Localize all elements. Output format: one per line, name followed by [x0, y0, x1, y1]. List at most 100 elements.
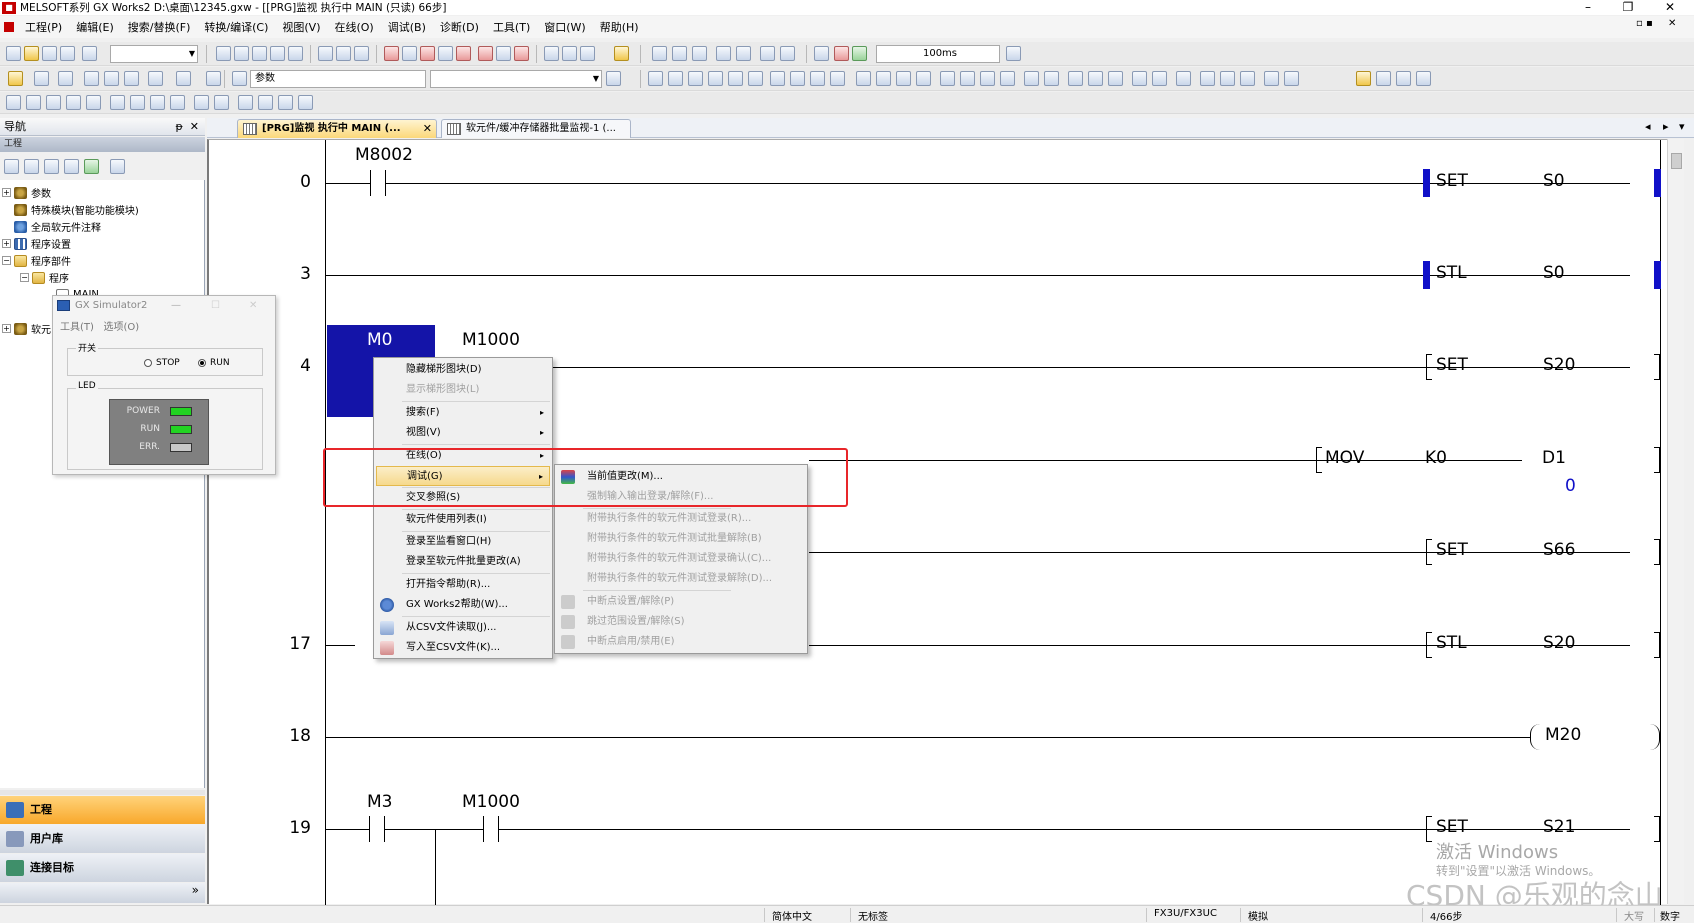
vertical-scrollbar[interactable] [1667, 139, 1684, 904]
pulse2-icon[interactable] [960, 71, 975, 86]
fit-icon[interactable] [672, 46, 687, 61]
menu-help[interactable]: 帮助(H) [600, 19, 639, 35]
copy-icon[interactable] [234, 46, 249, 61]
operation-icon[interactable] [1044, 71, 1059, 86]
nav-button-project[interactable]: 工程 [0, 796, 205, 824]
monitor-stop-icon[interactable] [1396, 71, 1411, 86]
tab-batch-monitor[interactable]: 软元件/缓冲存储器批量监视-1 (... [441, 119, 631, 138]
find-icon[interactable] [336, 46, 351, 61]
sfc-line-icon[interactable] [170, 95, 185, 110]
splitter[interactable] [0, 790, 205, 795]
tree-item-program-parts[interactable]: − 程序部件 [2, 252, 71, 269]
radio-stop[interactable]: STOP [144, 358, 180, 368]
ladder-icon[interactable] [780, 46, 795, 61]
monitor-write-icon[interactable] [1376, 71, 1391, 86]
statement-edit-icon[interactable] [1152, 71, 1167, 86]
watch2-icon[interactable] [104, 71, 119, 86]
no-contact[interactable] [370, 170, 386, 196]
falling-or-icon[interactable] [916, 71, 931, 86]
sfc-mode4-icon[interactable] [298, 95, 313, 110]
comment-edit-icon[interactable] [1132, 71, 1147, 86]
pulse4-icon[interactable] [1000, 71, 1015, 86]
nav-icon[interactable] [34, 71, 49, 86]
device-list-icon[interactable] [148, 71, 163, 86]
inner-restore-button[interactable]: ▫ ▪ [1636, 18, 1653, 29]
menu-edit[interactable]: 编辑(E) [76, 19, 114, 35]
run-icon[interactable] [834, 46, 849, 61]
redo-icon[interactable] [288, 46, 303, 61]
zoom-icon[interactable] [652, 46, 667, 61]
sim-maximize-button[interactable]: ☐ [211, 300, 220, 311]
list-icon[interactable] [58, 71, 73, 86]
find-device-icon[interactable] [176, 71, 191, 86]
watch3-icon[interactable] [124, 71, 139, 86]
hline-icon[interactable] [770, 71, 785, 86]
rebuild-icon[interactable] [562, 46, 577, 61]
inner-close-button[interactable]: ✕ [1668, 18, 1676, 29]
open-icon[interactable] [24, 46, 39, 61]
delete-line-icon[interactable] [810, 71, 825, 86]
sfc-select-icon[interactable] [110, 95, 125, 110]
replace-icon[interactable] [354, 46, 369, 61]
batch-icon[interactable] [496, 46, 511, 61]
menu-register-watch[interactable]: 登录至监看窗口(H) [376, 532, 550, 552]
menu-diagnostics[interactable]: 诊断(D) [440, 19, 479, 35]
tab-next-button[interactable]: ▸ [1663, 120, 1669, 133]
nav-filter-icon[interactable] [110, 159, 125, 174]
falling-icon[interactable] [876, 71, 891, 86]
menu-online[interactable]: 在线(O) [334, 19, 373, 35]
nav-move-icon[interactable] [44, 159, 59, 174]
undo-icon[interactable] [270, 46, 285, 61]
menu-instruction-help[interactable]: 打开指令帮助(R)... [376, 575, 550, 595]
tree-item-program[interactable]: − 程序 [20, 269, 69, 286]
sfc-end-icon[interactable] [66, 95, 81, 110]
vline-icon[interactable] [790, 71, 805, 86]
restore-button[interactable]: ❐ [1608, 0, 1648, 15]
search-go-icon[interactable] [606, 71, 621, 86]
sfc-zoom-icon[interactable] [214, 95, 229, 110]
scan-time-field[interactable]: 100ms [876, 45, 1000, 63]
sfc-mode2-icon[interactable] [258, 95, 273, 110]
coil-icon[interactable] [728, 71, 743, 86]
invert-icon[interactable] [1024, 71, 1039, 86]
sfc-jump-icon[interactable] [46, 95, 61, 110]
sfc-step-icon[interactable] [6, 95, 21, 110]
search-combobox[interactable]: 参数 [250, 70, 426, 88]
sfc-branch-icon[interactable] [86, 95, 101, 110]
menu-register-batch[interactable]: 登录至软元件批量更改(A) [376, 552, 550, 572]
tree-item-device[interactable]: + 软元 [2, 320, 51, 337]
apply-icon[interactable] [1006, 46, 1021, 61]
menu-hide-ladder-block[interactable]: 隐藏梯形图块(D) [376, 360, 550, 380]
tab-close-icon[interactable]: ✕ [423, 120, 432, 138]
pulse3-icon[interactable] [980, 71, 995, 86]
pulse-icon[interactable] [940, 71, 955, 86]
compile-icon[interactable] [544, 46, 559, 61]
gx-simulator-window[interactable]: GX Simulator2 — ☐ ✕ 工具(T) 选项(O) 开关 STOP … [52, 295, 276, 475]
tab-main-monitor[interactable]: [PRG]监视 执行中 MAIN (... ✕ [237, 119, 437, 138]
sim-menu-options[interactable]: 选项(O) [103, 322, 139, 333]
menu-project[interactable]: 工程(P) [25, 19, 62, 35]
verify-icon[interactable] [420, 46, 435, 61]
nav-more-button[interactable]: » [0, 883, 205, 903]
menu-view[interactable]: 视图(V) [282, 19, 320, 35]
transfer-icon[interactable] [514, 46, 529, 61]
print-ladder-icon[interactable] [1200, 71, 1215, 86]
delete-vline-icon[interactable] [830, 71, 845, 86]
contact-or-nc-icon[interactable] [708, 71, 723, 86]
note-icon[interactable] [760, 46, 775, 61]
pin-icon[interactable]: ᵽ [175, 120, 182, 133]
sim-close-button[interactable]: ✕ [249, 300, 257, 311]
nav-close-icon[interactable]: ✕ [190, 120, 199, 133]
nav-button-connection[interactable]: 连接目标 [0, 854, 205, 882]
paste-icon[interactable] [252, 46, 267, 61]
note-edit-icon[interactable] [1176, 71, 1191, 86]
menu-view-sub[interactable]: 视图(V) ▸ [376, 423, 550, 443]
menu-convert[interactable]: 转换/编译(C) [204, 19, 268, 35]
no-contact[interactable] [369, 816, 385, 842]
print-icon[interactable] [60, 46, 75, 61]
rising-or-icon[interactable] [896, 71, 911, 86]
menu-gx-help[interactable]: GX Works2帮助(W)... [376, 595, 550, 615]
sfc-delete-icon[interactable] [194, 95, 209, 110]
sim-menu-tools[interactable]: 工具(T) [60, 322, 94, 333]
sfc-mode3-icon[interactable] [278, 95, 293, 110]
